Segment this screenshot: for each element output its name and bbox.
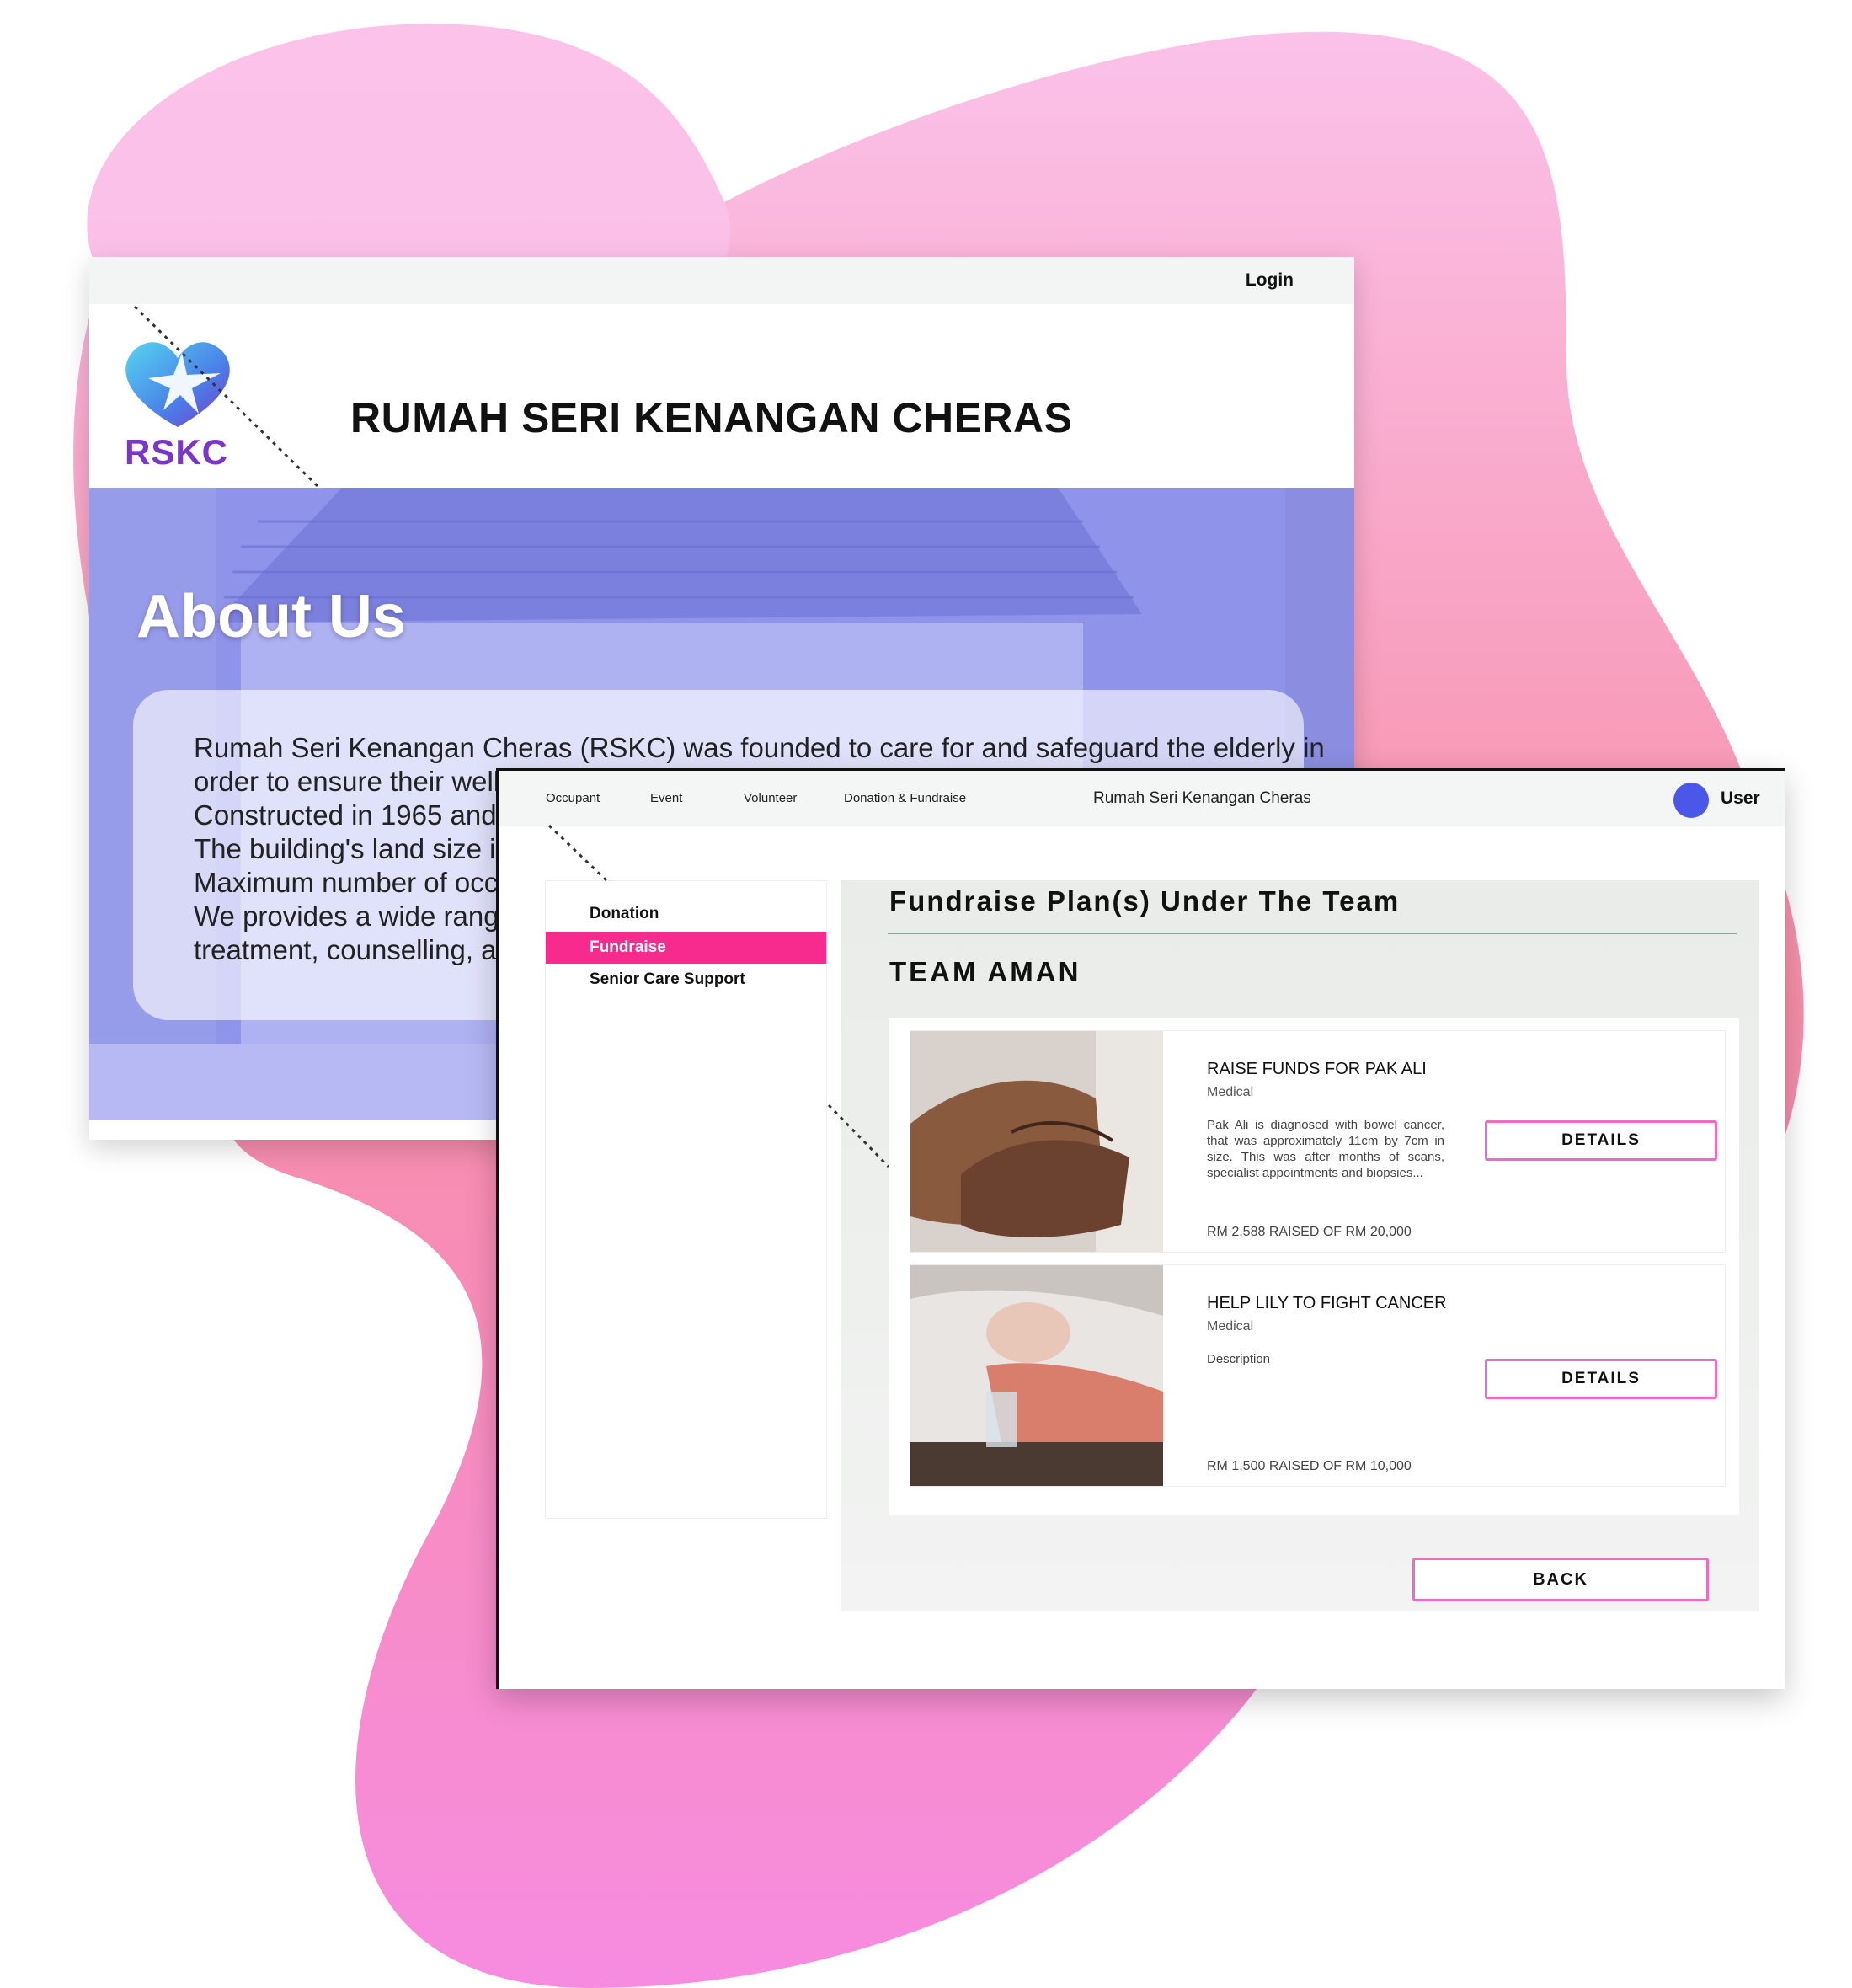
fundraise-card: RAISE FUNDS FOR PAK ALI Medical Pak Ali …: [910, 1030, 1726, 1253]
nav-occupant[interactable]: Occupant: [546, 791, 600, 805]
back-button[interactable]: BACK: [1412, 1558, 1709, 1601]
sidebar-item-fundraise[interactable]: Fundraise: [546, 932, 826, 964]
about-line: Constructed in 1965 and ina: [194, 799, 542, 831]
about-line: order to ensure their well-be: [194, 766, 540, 797]
fundraise-window: Occupant Event Volunteer Donation & Fund…: [496, 768, 1785, 1689]
about-line: We provides a wide range of: [194, 900, 546, 932]
team-name: TEAM AMAN: [889, 956, 1081, 987]
user-menu[interactable]: User: [1721, 788, 1760, 809]
card-title: RAISE FUNDS FOR PAK ALI: [1207, 1060, 1427, 1078]
card-category: Medical: [1207, 1085, 1254, 1099]
card-description: Description: [1207, 1352, 1271, 1366]
about-title: About Us: [136, 583, 406, 650]
divider: [888, 933, 1737, 934]
about-line: The building's land size is es: [194, 833, 547, 864]
details-button[interactable]: DETAILS: [1485, 1120, 1717, 1161]
page-title: Fundraise Plan(s) Under The Team: [889, 885, 1401, 917]
nav-brand: Rumah Seri Kenangan Cheras: [1093, 789, 1311, 807]
nav-event[interactable]: Event: [650, 791, 682, 805]
user-avatar-icon[interactable]: [1673, 783, 1709, 818]
top-nav: Occupant Event Volunteer Donation & Fund…: [499, 771, 1785, 826]
card-category: Medical: [1207, 1319, 1254, 1333]
sidebar-item-label: Senior Care Support: [590, 970, 745, 988]
about-line: Maximum number of occup: [194, 867, 529, 898]
sidebar-item-label: Fundraise: [590, 938, 666, 956]
site-title: RUMAH SERI KENANGAN CHERAS: [350, 394, 1073, 441]
nav-volunteer[interactable]: Volunteer: [744, 791, 797, 805]
sidebar-item-donation[interactable]: Donation: [546, 898, 826, 930]
card-description: Pak Ali is diagnosed with bowel cancer, …: [1207, 1118, 1444, 1180]
top-bar: Login: [89, 257, 1354, 304]
about-line: Rumah Seri Kenangan Cheras (RSKC) was fo…: [194, 732, 1325, 763]
logo-text: RSKC: [125, 432, 229, 472]
fundraise-card: HELP LILY TO FIGHT CANCER Medical Descri…: [910, 1264, 1726, 1487]
fundraise-list: RAISE FUNDS FOR PAK ALI Medical Pak Ali …: [889, 1018, 1739, 1515]
elderly-in-bed-image: [910, 1265, 1163, 1486]
card-raised-amount: RM 2,588 RAISED OF RM 20,000: [1207, 1225, 1412, 1239]
sidebar-item-senior-care-support[interactable]: Senior Care Support: [546, 964, 826, 996]
card-title: HELP LILY TO FIGHT CANCER: [1207, 1294, 1447, 1312]
nav-donation-fundraise[interactable]: Donation & Fundraise: [844, 791, 966, 805]
card-raised-amount: RM 1,500 RAISED OF RM 10,000: [1207, 1459, 1412, 1473]
sidebar-item-label: Donation: [590, 905, 659, 922]
login-link[interactable]: Login: [1246, 270, 1294, 291]
sidebar: Donation Fundraise Senior Care Support: [545, 880, 827, 1519]
holding-hands-image: [910, 1031, 1163, 1252]
about-line: treatment, counselling, and r: [194, 934, 545, 965]
details-button[interactable]: DETAILS: [1485, 1359, 1717, 1399]
